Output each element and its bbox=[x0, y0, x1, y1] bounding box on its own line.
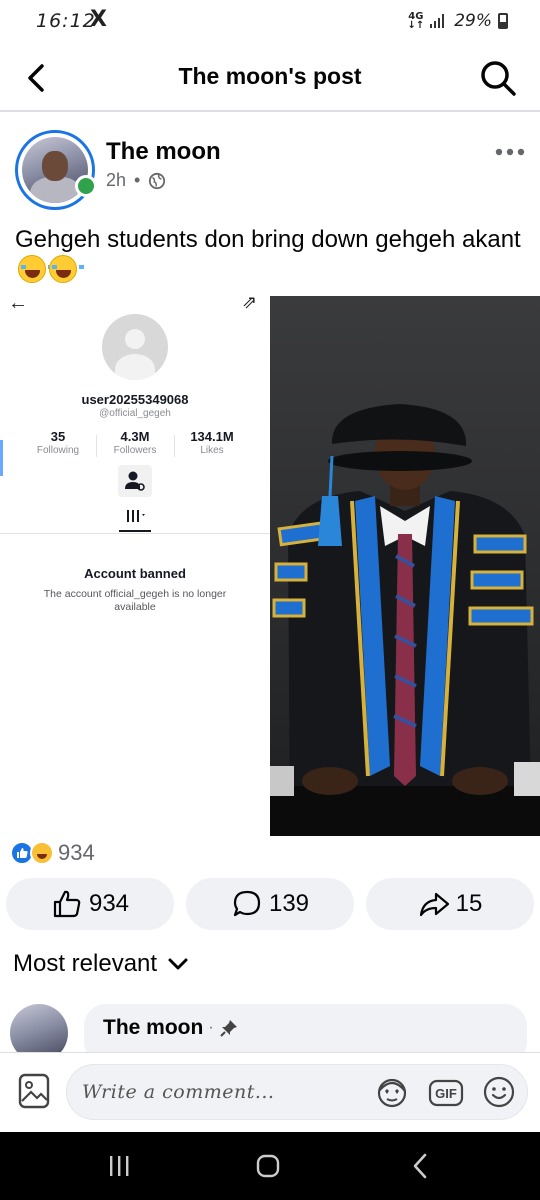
thumbs-up-icon bbox=[53, 890, 81, 918]
share-count: 15 bbox=[455, 890, 483, 917]
commenter-name[interactable]: The moon bbox=[103, 1016, 203, 1040]
tiktok-add-friend-icon bbox=[118, 465, 152, 497]
status-right: 4G ↓↑ 29% bbox=[407, 11, 508, 31]
image-edge-accent bbox=[0, 440, 3, 476]
post-text: Gehgeh students don bring down gehgeh ak… bbox=[15, 224, 525, 286]
share-button[interactable]: 15 bbox=[366, 878, 534, 930]
recent-apps-icon[interactable] bbox=[108, 1154, 130, 1178]
battery-percent: 29% bbox=[454, 11, 492, 31]
network-type: 4G ↓↑ bbox=[407, 11, 425, 31]
tiktok-stat-following: 35 Following bbox=[36, 429, 80, 456]
tiktok-stat-followers: 4.3M Followers bbox=[113, 429, 157, 456]
avatar-sticker-icon[interactable] bbox=[374, 1077, 410, 1109]
emoji-icon[interactable] bbox=[482, 1075, 516, 1109]
meta-separator: • bbox=[134, 170, 141, 190]
tiktok-share-icon: ⇗ bbox=[242, 292, 258, 312]
signal-icon bbox=[430, 14, 445, 28]
x-app-icon: X bbox=[90, 7, 107, 32]
reaction-summary[interactable]: 934 bbox=[10, 840, 95, 866]
globe-icon bbox=[149, 172, 166, 189]
photo-icon[interactable] bbox=[18, 1073, 50, 1109]
post-image-left[interactable]: ← ⇗ user20255349068 @official_gegeh 35 F… bbox=[0, 290, 270, 836]
tiktok-default-avatar bbox=[102, 314, 168, 380]
tiktok-tab-indicator bbox=[119, 530, 151, 532]
laughing-crying-emoji-icon bbox=[49, 255, 84, 283]
system-nav-bar bbox=[0, 1132, 540, 1200]
comment-button[interactable]: 139 bbox=[186, 878, 354, 930]
laughing-crying-emoji-icon bbox=[18, 255, 53, 283]
like-count: 934 bbox=[88, 890, 130, 917]
account-banned-message: The account official_gegeh is no longer … bbox=[43, 588, 227, 613]
comment-bubble-icon bbox=[233, 890, 261, 917]
gif-button[interactable]: GIF bbox=[428, 1077, 464, 1109]
page-title: The moon's post bbox=[178, 63, 362, 89]
sort-label: Most relevant bbox=[13, 950, 158, 977]
author-avatar[interactable] bbox=[15, 130, 95, 210]
tiktok-username: user20255349068 bbox=[81, 392, 189, 407]
reaction-count: 934 bbox=[58, 840, 95, 865]
post-meta: 2h • bbox=[106, 170, 166, 191]
comment-sort-dropdown[interactable]: Most relevant bbox=[13, 950, 189, 978]
post-header-bar: The moon's post bbox=[0, 46, 540, 112]
graduation-portrait-image bbox=[270, 404, 540, 836]
author-name[interactable]: The moon bbox=[106, 138, 221, 166]
search-icon[interactable] bbox=[478, 58, 518, 98]
status-time: 16:12 bbox=[36, 10, 96, 32]
pin-icon bbox=[219, 1020, 237, 1037]
comment-count: 139 bbox=[268, 890, 310, 917]
account-banned-title: Account banned bbox=[84, 566, 186, 581]
post-time[interactable]: 2h bbox=[106, 170, 126, 191]
tiktok-back-arrow-icon: ← bbox=[8, 292, 28, 314]
chevron-down-icon bbox=[168, 958, 188, 970]
more-options-icon[interactable] bbox=[494, 140, 526, 164]
status-bar: 16:12 X 4G ↓↑ 29% bbox=[0, 0, 540, 46]
divider bbox=[0, 533, 270, 534]
tiktok-handle: @official_gegeh bbox=[99, 408, 171, 419]
comment-placeholder: Write a comment... bbox=[82, 1081, 275, 1103]
post-image-right[interactable] bbox=[270, 296, 540, 836]
online-indicator bbox=[75, 175, 97, 197]
post-caption: Gehgeh students don bring down gehgeh ak… bbox=[15, 226, 521, 253]
share-arrow-icon bbox=[419, 892, 449, 917]
comment-composer: Write a comment... GIF bbox=[0, 1052, 540, 1132]
system-back-icon[interactable] bbox=[410, 1152, 430, 1180]
haha-reaction-icon bbox=[30, 841, 54, 865]
battery-icon bbox=[498, 13, 508, 29]
tiktok-grid-icon bbox=[127, 510, 145, 522]
like-button[interactable]: 934 bbox=[6, 878, 174, 930]
gif-label: GIF bbox=[435, 1086, 457, 1101]
home-icon[interactable] bbox=[256, 1154, 280, 1178]
tiktok-stat-likes: 134.1M Likes bbox=[190, 429, 234, 456]
commenter-name-row: The moon · bbox=[103, 1016, 239, 1040]
name-separator: · bbox=[208, 1019, 214, 1036]
